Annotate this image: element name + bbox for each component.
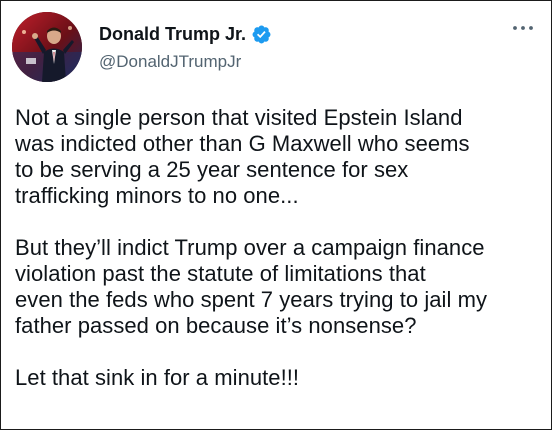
- author-handle[interactable]: @DonaldJTrumpJr: [99, 52, 272, 72]
- tweet-paragraph: But they’ll indict Trump over a campaign…: [15, 235, 488, 338]
- profile-photo-icon: [12, 12, 82, 82]
- author-block: Donald Trump Jr. @DonaldJTrumpJr: [99, 22, 272, 72]
- more-options-icon: [513, 26, 533, 30]
- tweet-card: Donald Trump Jr. @DonaldJTrumpJr Not a s…: [0, 0, 552, 430]
- display-name[interactable]: Donald Trump Jr.: [99, 24, 246, 45]
- verified-badge-icon: [251, 24, 272, 45]
- more-options-button[interactable]: [510, 18, 536, 38]
- name-row: Donald Trump Jr.: [99, 22, 272, 46]
- tweet-text: Not a single person that visited Epstein…: [15, 105, 545, 391]
- tweet-paragraph: Let that sink in for a minute!!!: [15, 365, 300, 390]
- tweet-header: Donald Trump Jr. @DonaldJTrumpJr: [12, 12, 542, 84]
- tweet-paragraph: Not a single person that visited Epstein…: [15, 105, 470, 208]
- avatar[interactable]: [12, 12, 82, 82]
